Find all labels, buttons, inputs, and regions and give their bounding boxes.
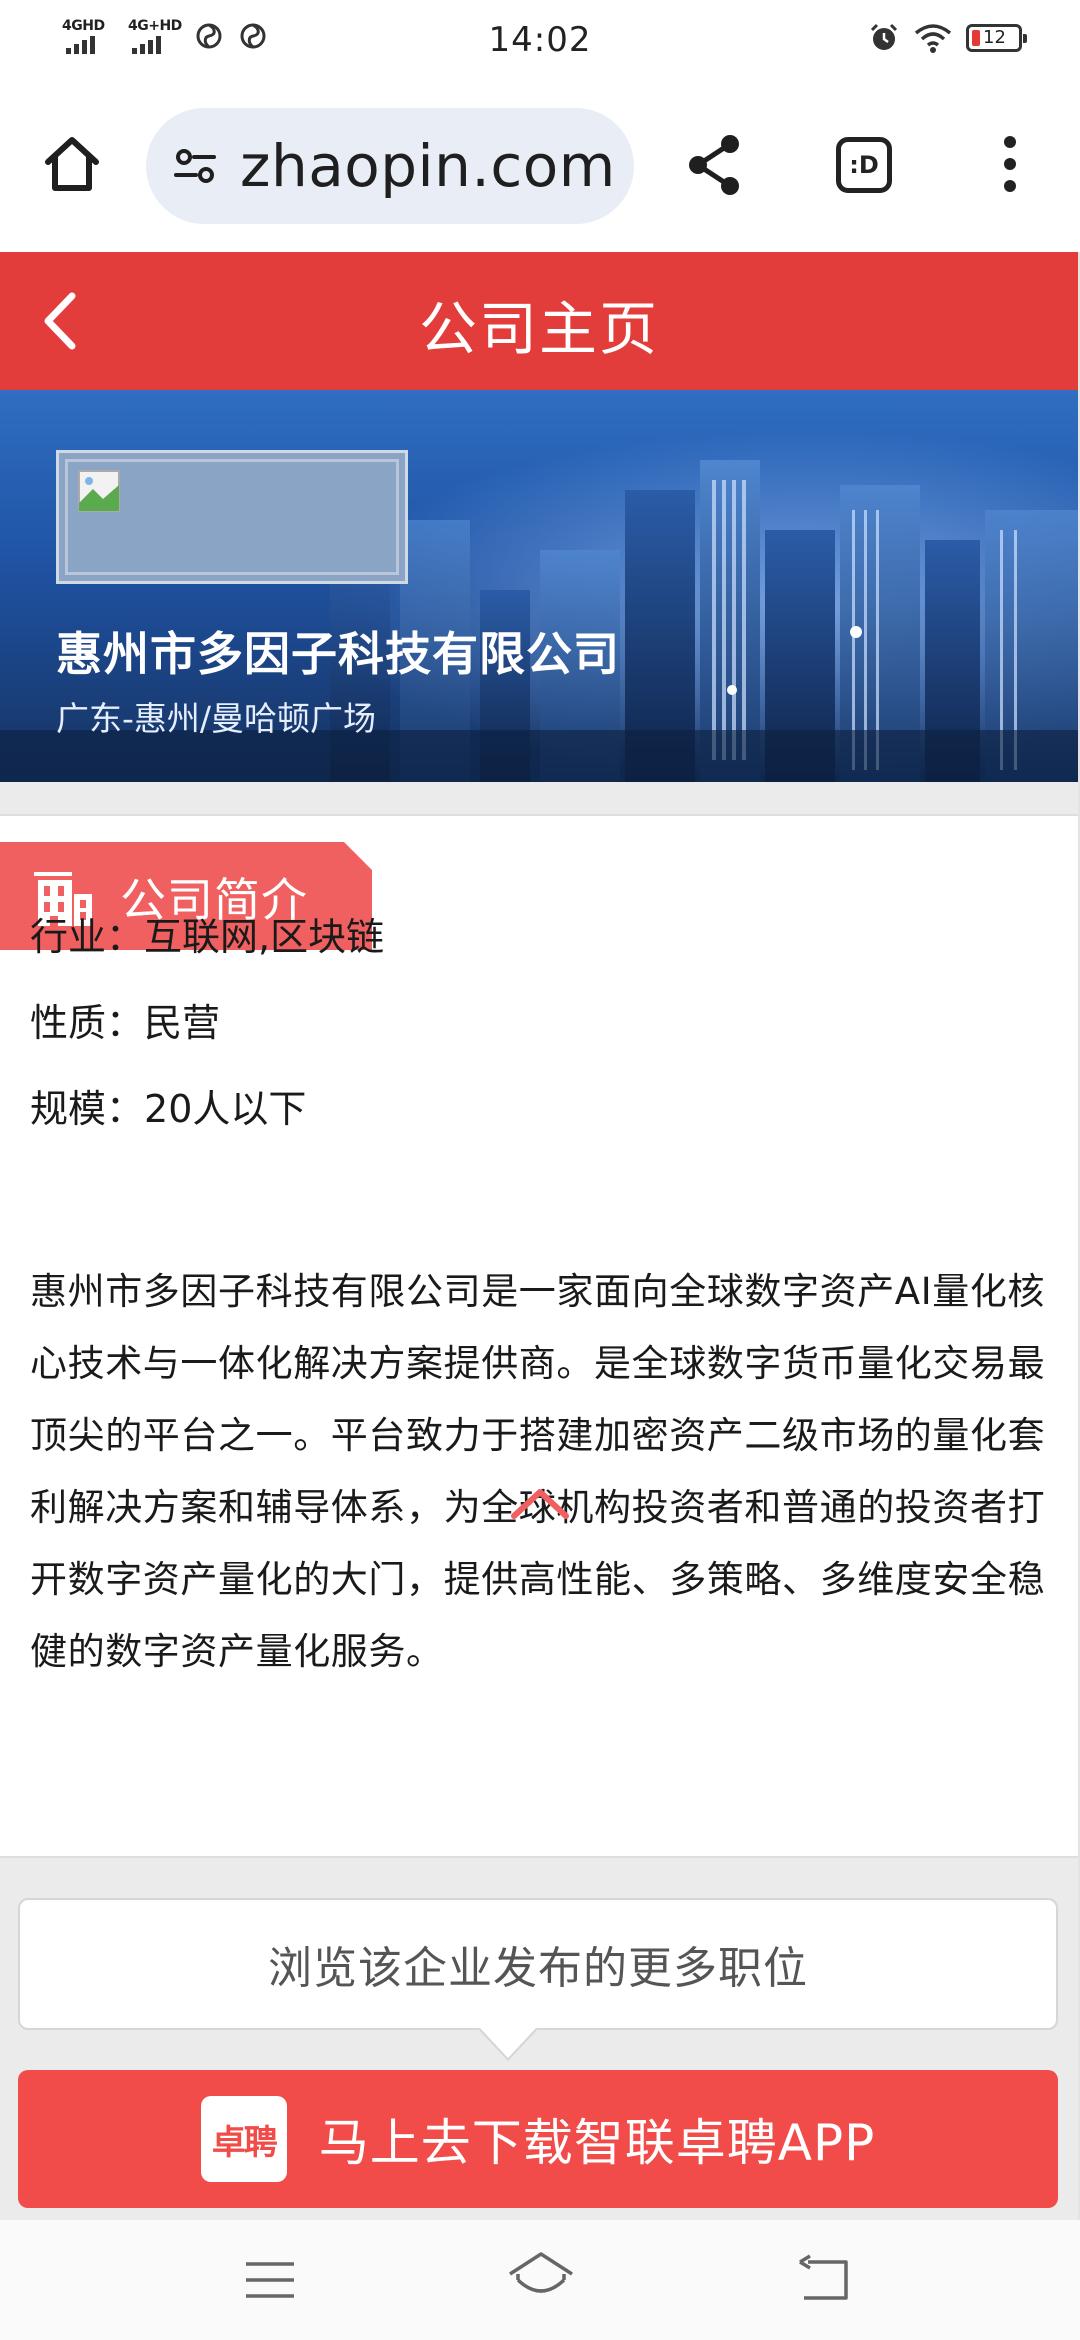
size-label: 规模： [30,1087,145,1131]
extension-label: :D [849,151,879,179]
system-nav-bar [0,2220,1080,2340]
company-name: 惠州市多因子科技有限公司 [56,627,620,681]
size-value: 20人以下 [144,1087,307,1131]
more-jobs-button[interactable]: 浏览该企业发布的更多职位 [18,1898,1058,2030]
nature-value: 民营 [144,1001,221,1045]
company-logo-placeholder [56,450,408,584]
size-row: 规模：20人以下 [30,1078,306,1133]
site-settings-icon[interactable] [170,141,220,191]
download-app-button[interactable]: 卓聘 马上去下载智联卓聘APP [18,2070,1058,2208]
section-divider [0,782,1078,816]
status-right: 12 [868,22,1027,54]
industry-value: 互联网,区块链 [144,915,385,959]
page-title: 公司主页 [418,295,659,363]
nature-row: 性质：民营 [30,992,220,1047]
web-page: 公司主页 惠州市多因子科技有限公司 广东-惠州/曼哈顿广场 公司简介 行业：互联… [0,252,1080,2222]
company-location: 广东-惠州/曼哈顿广场 [56,699,377,738]
app-logo-icon: 卓聘 [200,2096,287,2182]
extension-icon[interactable]: :D [836,137,892,193]
industry-row: 行业：互联网,区块链 [30,906,384,961]
recent-apps-icon[interactable] [244,2260,296,2300]
wifi-icon [914,24,952,53]
page-header: 公司主页 [0,252,1078,390]
url-text[interactable]: zhaopin.com [240,132,616,200]
alarm-icon [870,23,898,50]
nav-home-icon[interactable] [506,2250,576,2306]
battery-level: 12 [983,27,1006,48]
tooltip-pointer [480,2028,536,2058]
company-description: 惠州市多因子科技有限公司是一家面向全球数字资产AI量化核心技术与一体化解决方案提… [30,1270,1046,1673]
bottom-actions: 浏览该企业发布的更多职位 卓聘 马上去下载智联卓聘APP [0,1856,1078,2222]
app-logo-text: 卓聘 [211,2122,278,2163]
home-icon[interactable] [38,130,106,198]
broken-image-icon [78,470,120,512]
nav-back-icon[interactable] [796,2254,852,2304]
download-app-label: 马上去下载智联卓聘APP [318,2114,876,2172]
nature-label: 性质： [30,1001,145,1045]
status-bar: 4GHD 4G+HD 14:02 12 [0,0,1080,84]
address-bar[interactable]: zhaopin.com [146,108,634,224]
more-menu-icon[interactable] [990,136,1030,196]
battery-icon: 12 [966,24,1027,52]
company-banner: 惠州市多因子科技有限公司 广东-惠州/曼哈顿广场 [0,390,1078,782]
industry-label: 行业： [30,915,145,959]
share-icon[interactable] [684,132,746,198]
browser-toolbar: zhaopin.com :D [0,96,1080,246]
collapse-chevron-up-icon[interactable] [506,1484,574,1524]
